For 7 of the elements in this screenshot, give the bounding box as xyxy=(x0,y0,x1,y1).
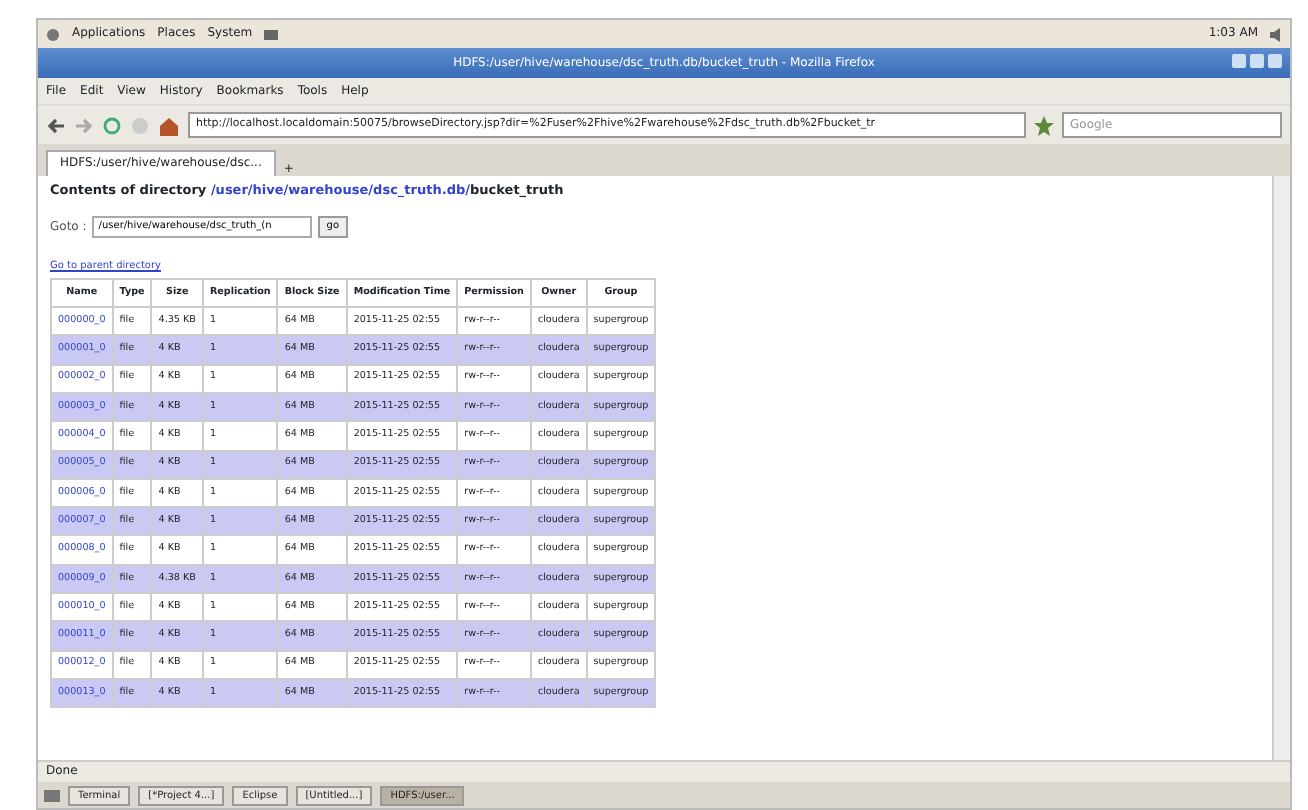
volume-icon[interactable] xyxy=(1270,27,1282,41)
scrollbar[interactable] xyxy=(1272,176,1290,760)
home-icon[interactable] xyxy=(158,115,180,135)
forward-icon[interactable] xyxy=(74,115,94,135)
reload-icon[interactable] xyxy=(102,115,122,135)
bookmark-icon[interactable] xyxy=(1034,115,1054,135)
back-icon[interactable] xyxy=(46,115,66,135)
